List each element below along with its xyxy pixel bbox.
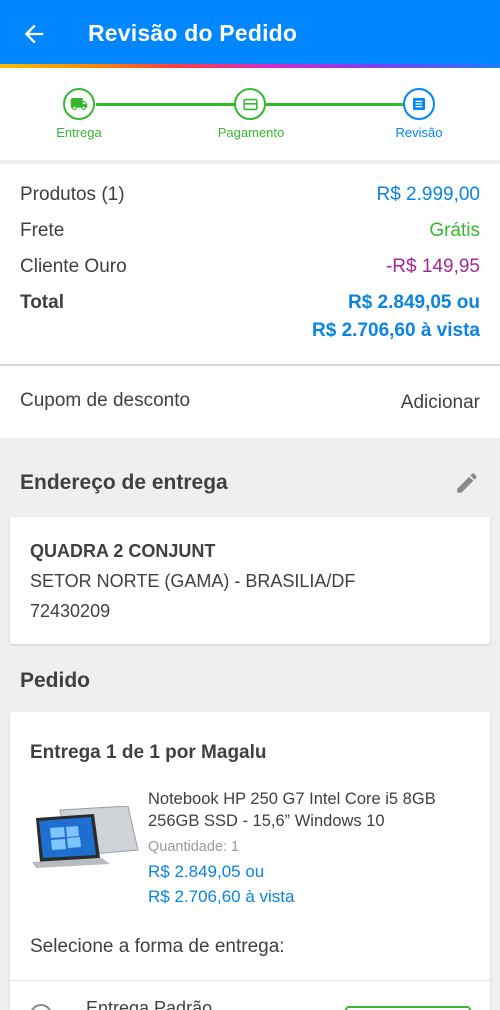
- back-arrow-icon[interactable]: [20, 20, 48, 48]
- product-price-cash: R$ 2.706,60 à vista: [148, 887, 295, 906]
- product-price: R$ 2.849,05 ou: [148, 862, 265, 881]
- freight-value: Grátis: [429, 220, 480, 241]
- step-connector: [96, 103, 236, 106]
- coupon-row[interactable]: Cupom de desconto Adicionar: [0, 366, 500, 438]
- product-name[interactable]: Notebook HP 250 G7 Intel Core i5 8GB 256…: [148, 788, 473, 832]
- address-line-2: SETOR NORTE (GAMA) - BRASILIA/DF: [30, 571, 356, 591]
- freight-label: Frete: [20, 220, 65, 241]
- shipping-option-label[interactable]: Entrega Padrão: [86, 998, 212, 1010]
- step-connector: [266, 103, 404, 106]
- total-value: R$ 2.849,05 ou: [347, 292, 480, 313]
- edit-pencil-icon[interactable]: [454, 470, 480, 496]
- address-line-1: QUADRA 2 CONJUNT: [30, 541, 216, 561]
- step-pagamento[interactable]: [234, 88, 266, 120]
- coupon-label: Cupom de desconto: [20, 390, 191, 411]
- order-section-title: Pedido: [20, 669, 91, 692]
- app-bar: Revisão do Pedido: [0, 0, 500, 66]
- card-icon: [242, 98, 258, 110]
- address-card: QUADRA 2 CONJUNT SETOR NORTE (GAMA) - BR…: [10, 517, 490, 644]
- step-label-entrega: Entrega: [56, 125, 102, 140]
- step-revisao[interactable]: [403, 88, 435, 120]
- products-label: Produtos (1): [20, 184, 125, 205]
- products-value: R$ 2.999,00: [376, 184, 480, 205]
- gold-label: Cliente Ouro: [20, 256, 127, 277]
- order-summary: Produtos (1) R$ 2.999,00 Frete Grátis Cl…: [0, 164, 500, 364]
- step-label-pagamento: Pagamento: [217, 125, 285, 140]
- step-label-revisao: Revisão: [395, 125, 443, 140]
- checkout-stepper: Entrega Pagamento Revisão: [0, 68, 500, 160]
- product-quantity: Quantidade: 1: [148, 839, 240, 855]
- step-entrega[interactable]: [63, 88, 95, 120]
- shipping-option-button[interactable]: [345, 1006, 471, 1010]
- notebook-product-image[interactable]: [30, 806, 140, 872]
- list-icon: [413, 98, 425, 110]
- shipping-select-title: Selecione a forma de entrega:: [30, 936, 285, 957]
- delivery-title: Entrega 1 de 1 por Magalu: [30, 742, 267, 763]
- page-title: Revisão do Pedido: [88, 20, 298, 46]
- truck-icon: [70, 98, 88, 110]
- address-line-3: 72430209: [30, 601, 111, 621]
- total-cash-value: R$ 2.706,60 à vista: [312, 320, 480, 341]
- total-label: Total: [20, 292, 64, 313]
- order-card: Entrega 1 de 1 por Magalu Notebook HP 25…: [10, 712, 490, 1010]
- address-section-title: Endereço de entrega: [20, 471, 228, 494]
- add-coupon-button[interactable]: Adicionar: [401, 392, 480, 414]
- shipping-divider: [10, 980, 490, 981]
- gold-value: -R$ 149,95: [385, 256, 480, 277]
- shipping-radio[interactable]: [30, 1004, 52, 1010]
